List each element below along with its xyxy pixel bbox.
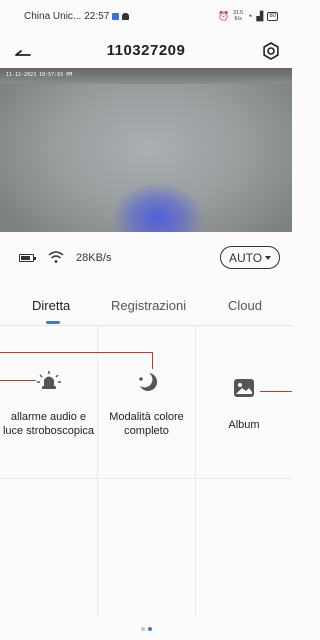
active-tab-indicator (46, 321, 60, 324)
feature-full-color-mode[interactable]: Modalità colore completo (98, 370, 195, 438)
settings-button[interactable] (260, 40, 282, 62)
feature-album-label: Album (228, 419, 260, 431)
quality-label: AUTO (228, 250, 263, 265)
stream-info-bar: 28KB/s AUTO (0, 232, 292, 284)
signal-icon: ▟ (256, 10, 264, 21)
stream-speed: 28KB/s (76, 252, 112, 264)
tab-cloud[interactable]: Cloud (228, 298, 262, 313)
live-video-feed[interactable]: 11-12-2023 10:57:03 PM (0, 68, 292, 232)
wifi-status-icon: ◔ (246, 10, 253, 21)
annotation-line (0, 352, 153, 353)
annotation-line (260, 391, 292, 392)
notification-app-icon (112, 13, 120, 20)
tab-diretta[interactable]: Diretta (32, 298, 70, 313)
gear-icon (263, 42, 279, 60)
status-left: China Unic... 22:57 (24, 11, 130, 22)
notification-bell-icon (122, 13, 130, 20)
feature-album[interactable]: Album (196, 378, 292, 432)
page-title: 110327209 (106, 42, 186, 59)
moon-star-icon (138, 373, 157, 391)
feature-siren-label-1: allarme audio e (10, 411, 87, 423)
annotation-line (152, 352, 153, 369)
app-header: 110327209 (0, 34, 292, 68)
page-dot (141, 627, 145, 631)
clock: 22:57 (84, 11, 110, 22)
feature-siren-label-2: luce stroboscopica (2, 425, 95, 437)
video-timestamp: 11-12-2023 10:57:03 PM (6, 72, 73, 78)
feature-color-label-2: completo (124, 425, 169, 437)
alarm-icon: ⏰ (218, 10, 230, 21)
caret-down-icon (265, 255, 272, 260)
page-indicator (141, 627, 152, 631)
annotation-line (0, 380, 36, 381)
status-bar: China Unic... 22:57 ⏰ 31.5 K/s ◔ ▟ 80 (0, 0, 292, 34)
quality-select-button[interactable]: AUTO (220, 246, 280, 269)
feature-color-label-1: Modalità colore (109, 411, 184, 423)
wifi-icon (48, 251, 64, 263)
page-dot-active (148, 627, 152, 631)
grid-divider (195, 326, 196, 616)
battery-icon (19, 254, 36, 262)
battery-indicator: 80 (267, 11, 278, 21)
carrier-name: China Unic... (24, 11, 82, 22)
network-speed: 31.5 K/s (233, 10, 243, 22)
tab-bar: Diretta Registrazioni Cloud (0, 284, 292, 326)
image-icon (234, 379, 254, 397)
feature-grid: allarme audio e luce stroboscopica Modal… (0, 326, 292, 640)
tab-registrazioni[interactable]: Registrazioni (111, 298, 186, 313)
grid-divider (0, 478, 292, 479)
siren-icon (36, 371, 61, 389)
status-right: ⏰ 31.5 K/s ◔ ▟ 80 (218, 10, 278, 22)
